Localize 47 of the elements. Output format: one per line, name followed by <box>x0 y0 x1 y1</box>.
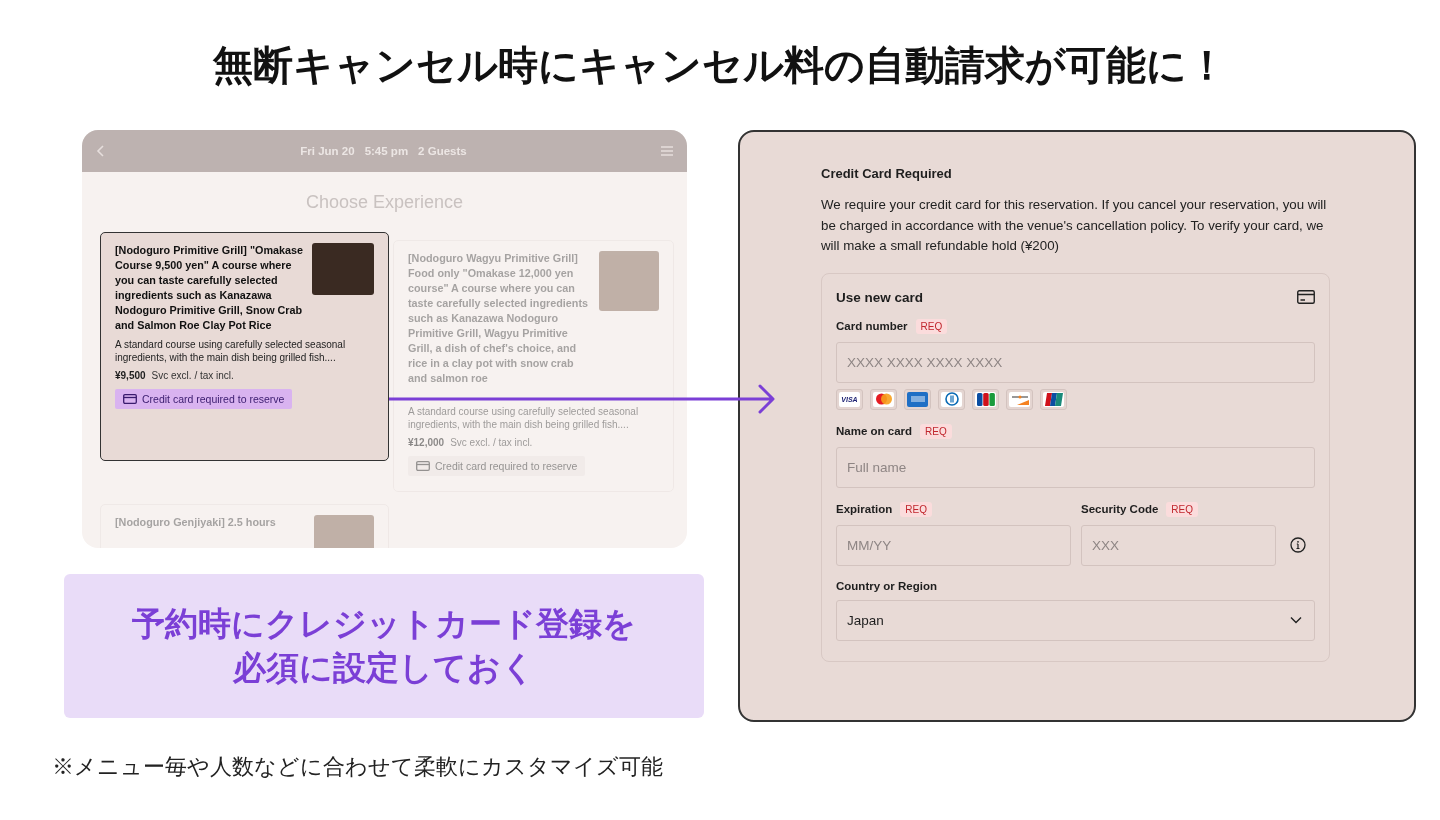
field-label: Expiration <box>836 503 893 515</box>
course-description: A standard course using carefully selected seasonal ingredients, with the main dish being grilled fish.... <box>115 338 347 364</box>
form-title: Use new card <box>836 289 924 305</box>
security-code-field[interactable]: XXX <box>1081 524 1276 566</box>
card-number-field[interactable]: XXXX XXXX XXXX XXXX <box>836 341 1315 383</box>
info-icon[interactable] <box>1290 537 1306 553</box>
field-label: Card number <box>836 320 908 332</box>
menu-icon[interactable] <box>661 146 673 156</box>
badge-text: Credit card required to reserve <box>142 393 285 405</box>
expiration-field[interactable]: MM/YY <box>836 524 1071 566</box>
card-brand-icon <box>938 388 965 410</box>
photo-placeholder <box>599 251 659 311</box>
callout-text: 予約時にクレジットカード登録を必須に設定しておく <box>131 604 637 688</box>
photo-placeholder <box>312 243 374 295</box>
credit-card-icon <box>1297 290 1315 304</box>
field-label: Name on card <box>836 425 913 437</box>
course-description: A standard course using carefully selected seasonal ingredients, with the main dish being grilled fish.... <box>408 405 640 431</box>
required-tag: REQ <box>915 318 948 334</box>
price-note: Svc excl. / tax incl. <box>450 437 533 448</box>
required-tag: REQ <box>900 501 932 517</box>
course-price: ¥12,000 <box>408 437 445 448</box>
badge-text: Credit card required to reserve <box>435 460 578 472</box>
card-brand-icon <box>1006 388 1033 410</box>
card-brand-icon <box>904 388 931 410</box>
chevron-down-icon <box>1290 616 1302 624</box>
card-brand-icon <box>870 388 897 410</box>
name-field[interactable]: Full name <box>836 446 1315 488</box>
credit-card-icon <box>416 461 430 471</box>
course-card[interactable] <box>100 232 389 461</box>
footnote: ※メニュー毎や人数などに合わせて柔軟にカスタマイズ可能 <box>52 753 664 781</box>
required-tag: REQ <box>920 423 952 439</box>
course-price: ¥9,500 <box>115 370 146 381</box>
card-brand-icon <box>972 388 999 410</box>
price-note: Svc excl. / tax incl. <box>151 370 234 381</box>
course-title: [Nodoguro Genjiyaki] 2.5 hours <box>115 515 277 530</box>
headline: 無断キャンセル時にキャンセル料の自動請求が可能に！ <box>212 42 1228 89</box>
panel-title: Credit Card Required <box>821 166 953 181</box>
required-tag: REQ <box>1166 501 1198 517</box>
course-title: [Nodoguro Wagyu Primitive Grill] Food only "Omakase 12,000 yen course" A course where you can taste carefully selected ingredients such as Kanazawa Nodoguro Primitive Grill, Wagyu Primitive Grill, a dish of chef's choice, and rice in a clay pot with snow crab and salmon roe <box>408 251 590 386</box>
course-title: [Nodoguro Primitive Grill] "Omakase Course 9,500 yen" A course where you can taste carefully selected ingredients such as Kanazawa Nodoguro Primitive Grill, Snow Crab and Salmon Roe Clay Pot Rice <box>115 243 304 333</box>
credit-card-icon <box>123 394 137 404</box>
field-label: Country or Region <box>836 579 937 592</box>
panel-description: We require your credit card for this reservation. If you cancel your reservation, you will be charged in accordance with the venue's cancellation policy. To verify your card, we will make a small refundable hold (¥200) <box>821 196 1328 255</box>
card-brand-icon <box>1040 388 1067 410</box>
back-icon[interactable] <box>96 145 106 157</box>
field-label: Security Code <box>1081 503 1159 515</box>
country-select[interactable]: Japan <box>836 599 1315 641</box>
